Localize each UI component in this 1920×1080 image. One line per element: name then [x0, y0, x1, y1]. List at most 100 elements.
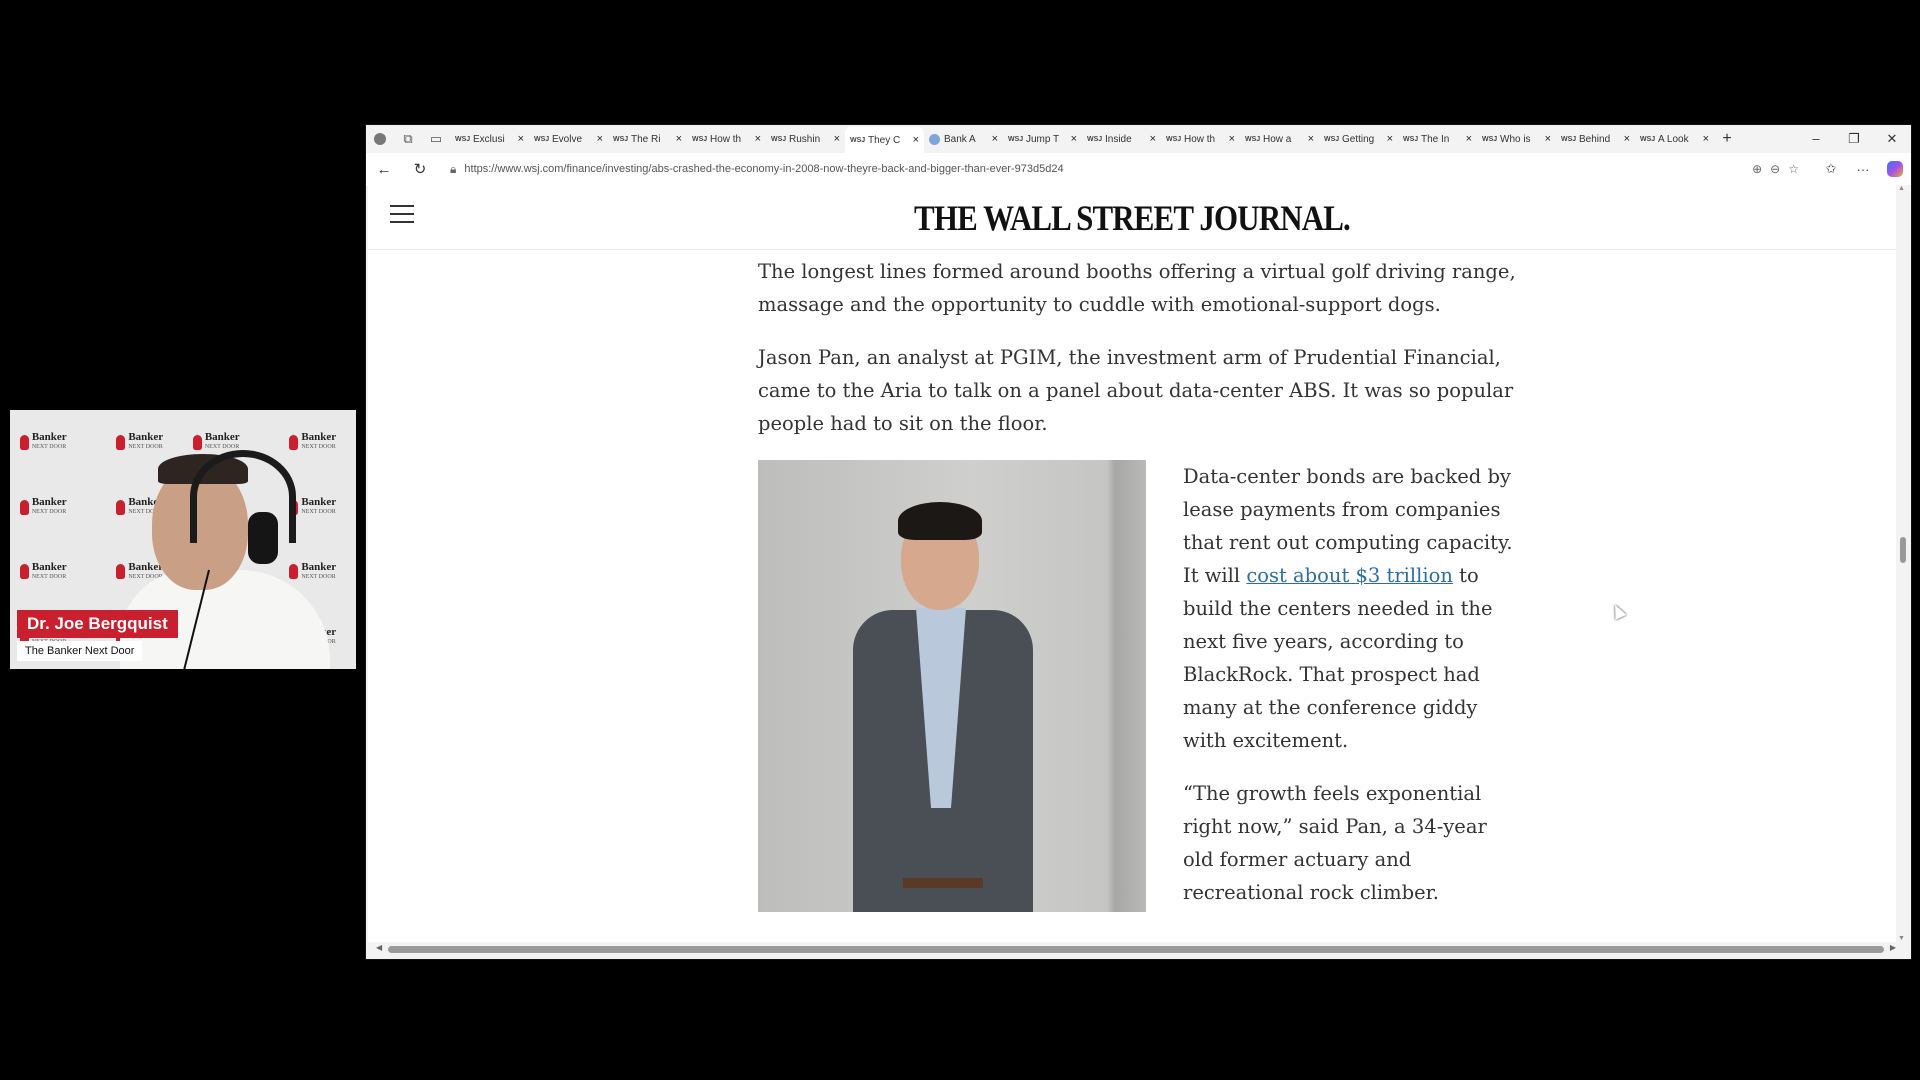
browser-tab[interactable]: WSJ Jump T ×	[1003, 127, 1082, 151]
back-button[interactable]: ←	[366, 161, 402, 178]
close-tab-icon[interactable]: ×	[676, 133, 682, 145]
microphone-icon	[116, 434, 126, 450]
browser-tab[interactable]: WSJ Inside ×	[1082, 127, 1161, 151]
close-tab-icon[interactable]: ×	[1308, 133, 1314, 145]
new-tab-button[interactable]: +	[1714, 130, 1740, 148]
close-tab-icon[interactable]: ×	[1703, 133, 1709, 145]
close-tab-icon[interactable]: ×	[597, 133, 603, 145]
browser-tab[interactable]: WSJ They C ×	[845, 127, 924, 153]
tab-label: Bank A	[944, 133, 976, 145]
scrollbar-thumb[interactable]	[1900, 537, 1906, 563]
vertical-tabs-button[interactable]: ▭	[422, 125, 450, 153]
wsj-favicon-icon: WSJ	[1640, 135, 1656, 143]
close-tab-icon[interactable]: ×	[1466, 133, 1472, 145]
close-tab-icon[interactable]: ×	[834, 133, 840, 145]
browser-tab[interactable]: WSJ The In ×	[1398, 127, 1477, 151]
close-tab-icon[interactable]: ×	[1229, 133, 1235, 145]
close-tab-icon[interactable]: ×	[1150, 133, 1156, 145]
tab-label: Getting	[1342, 133, 1375, 145]
favorite-star-icon[interactable]: ☆	[1788, 162, 1799, 176]
browser-tab[interactable]: WSJ The Ri ×	[608, 127, 687, 151]
wsj-favicon-icon: WSJ	[1403, 135, 1419, 143]
microphone-icon	[289, 434, 299, 450]
profile-icon	[374, 133, 386, 145]
scroll-right-icon[interactable]: ▶	[1890, 943, 1896, 952]
address-bar[interactable]: 🔒︎ https://www.wsj.com/finance/investing…	[442, 158, 1807, 180]
tab-label: How th	[1184, 133, 1216, 145]
refresh-button[interactable]: ↻	[402, 160, 438, 178]
close-tab-icon[interactable]: ×	[913, 134, 919, 146]
microphone-icon	[19, 434, 29, 450]
wsj-favicon-icon: WSJ	[613, 135, 629, 143]
workspaces-icon: ⧉	[403, 131, 413, 146]
menu-icon[interactable]	[390, 205, 414, 223]
tab-actions-icon: ▭	[429, 131, 443, 146]
backdrop-logo: BankerNEXT DOOR	[10, 540, 87, 605]
plus-icon: +	[1722, 130, 1732, 147]
close-tab-icon[interactable]: ×	[755, 133, 761, 145]
close-tab-icon[interactable]: ×	[992, 133, 998, 145]
tab-label: Evolve	[552, 133, 583, 145]
tab-strip: ⧉ ▭ WSJ Exclusi × WSJ Evolve × WSJ The Ri × WSJ Ho…	[366, 125, 1911, 153]
tab-label: Jump T	[1026, 133, 1060, 145]
browser-tab[interactable]: WSJ Behind ×	[1556, 127, 1635, 151]
horizontal-scrollbar-thumb[interactable]	[388, 946, 1884, 953]
wsj-favicon-icon: WSJ	[692, 135, 708, 143]
scroll-up-icon[interactable]: ▲	[1898, 185, 1905, 192]
copilot-icon[interactable]	[1887, 161, 1903, 177]
article-paragraph: “The growth feels exponential right now,…	[1183, 782, 1487, 904]
restore-button[interactable]: ❐	[1835, 131, 1873, 147]
minimize-button[interactable]: –	[1797, 131, 1835, 147]
masthead-logo[interactable]: THE WALL STREET JOURNAL.	[475, 197, 1789, 239]
wsj-favicon-icon: WSJ	[1166, 135, 1182, 143]
close-tab-icon[interactable]: ×	[518, 133, 524, 145]
browser-tab[interactable]: WSJ Rushin ×	[766, 127, 845, 151]
site-header: THE WALL STREET JOURNAL.	[368, 185, 1896, 250]
page-viewport[interactable]: THE WALL STREET JOURNAL. The longest lin…	[368, 185, 1896, 942]
profile-button[interactable]	[366, 125, 394, 153]
browser-window: ⧉ ▭ WSJ Exclusi × WSJ Evolve × WSJ The Ri × WSJ Ho…	[365, 124, 1912, 960]
scroll-left-icon[interactable]: ◀	[376, 943, 382, 952]
more-menu-button[interactable]: ···	[1847, 162, 1879, 177]
browser-tab[interactable]: WSJ Getting ×	[1319, 127, 1398, 151]
wsj-favicon-icon: WSJ	[850, 136, 866, 144]
close-tab-icon[interactable]: ×	[1545, 133, 1551, 145]
tab-label: A Look	[1658, 133, 1689, 145]
ellipsis-icon: ···	[1856, 161, 1870, 177]
browser-tab[interactable]: WSJ A Look ×	[1635, 127, 1714, 151]
horizontal-scrollbar[interactable]: ◀ ▶	[376, 943, 1896, 955]
workspaces-button[interactable]: ⧉	[394, 125, 422, 153]
tab-label: The In	[1421, 133, 1450, 145]
wsj-favicon-icon: WSJ	[534, 135, 550, 143]
close-window-button[interactable]: ✕	[1873, 131, 1911, 147]
browser-tab[interactable]: WSJ Evolve ×	[529, 127, 608, 151]
scroll-down-icon[interactable]: ▼	[1898, 935, 1905, 942]
vertical-scrollbar[interactable]: ▲ ▼	[1896, 185, 1908, 942]
browser-tab[interactable]: Bank A ×	[924, 127, 1003, 151]
tab-label: Rushin	[789, 133, 821, 145]
close-tab-icon[interactable]: ×	[1071, 133, 1077, 145]
close-tab-icon[interactable]: ×	[1387, 133, 1393, 145]
article-paragraph: The longest lines formed around booths o…	[758, 260, 1516, 316]
tab-label: They C	[868, 134, 901, 146]
side-text: Data-center bonds are backed by lease pa…	[1183, 460, 1523, 929]
favorites-button[interactable]: ✩	[1815, 161, 1847, 177]
headphones-icon	[190, 450, 296, 543]
browser-tab[interactable]: WSJ Exclusi ×	[450, 127, 529, 151]
article-paragraph: Data-center bonds are backed by lease pa…	[1183, 465, 1513, 752]
browser-tab[interactable]: WSJ How th ×	[1161, 127, 1240, 151]
browser-tab[interactable]: WSJ How th ×	[687, 127, 766, 151]
microphone-icon	[192, 434, 202, 450]
presenter-name: Dr. Joe Bergquist	[17, 610, 178, 638]
window-controls: – ❐ ✕	[1797, 131, 1911, 147]
browser-tab[interactable]: WSJ Who is ×	[1477, 127, 1556, 151]
close-tab-icon[interactable]: ×	[1624, 133, 1630, 145]
tab-label: Inside	[1105, 133, 1132, 145]
zoom-icon[interactable]: ⊕	[1752, 162, 1762, 176]
tracking-prevention-icon[interactable]: ⊖	[1770, 162, 1780, 176]
trillion-cost-link[interactable]: cost about $3 trillion	[1246, 564, 1453, 587]
browser-tab[interactable]: WSJ How a ×	[1240, 127, 1319, 151]
url-text[interactable]: https://www.wsj.com/finance/investing/ab…	[464, 163, 1744, 175]
article-photo[interactable]	[758, 460, 1146, 912]
refresh-icon: ↻	[413, 161, 427, 178]
